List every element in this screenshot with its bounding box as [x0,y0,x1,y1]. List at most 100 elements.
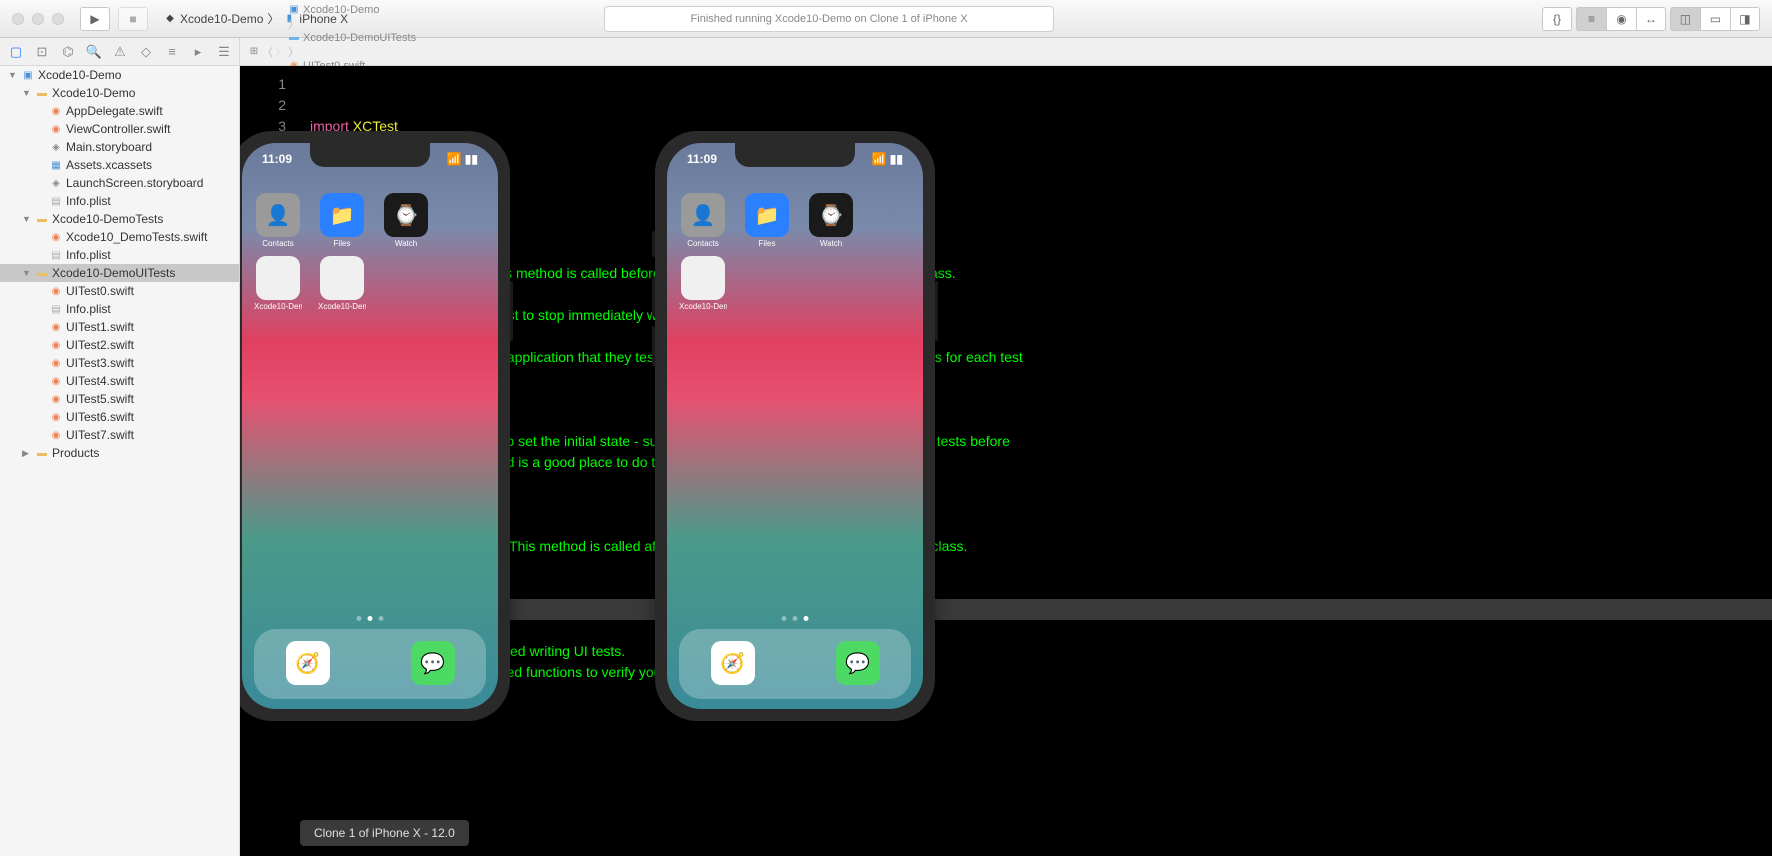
sim-side-button[interactable] [510,281,513,341]
breakpoint-navigator-icon[interactable]: ▸ [186,41,210,63]
sim-app[interactable]: 📁Files [318,193,366,248]
tree-row[interactable]: ◈Main.storyboard [0,138,239,156]
assistant-editor-button[interactable]: ◉ [1606,7,1636,31]
tree-row[interactable]: ▤Info.plist [0,300,239,318]
minimize-window-button[interactable] [32,13,44,25]
sim-screen[interactable]: 11:09 📶 ▮▮ 👤Contacts📁Files⌚WatchXcode10-… [242,143,498,709]
sim-app[interactable]: Xcode10-Dem... [679,256,727,311]
run-button[interactable]: ▶ [80,7,110,31]
project-navigator-icon[interactable]: ▢ [4,41,28,63]
tree-row[interactable]: ◉UITest3.swift [0,354,239,372]
source-control-navigator-icon[interactable]: ⊡ [30,41,54,63]
swift-icon: ◉ [49,104,63,118]
zoom-window-button[interactable] [52,13,64,25]
tree-row[interactable]: ◉UITest0.swift [0,282,239,300]
project-navigator: ▼▣Xcode10-Demo▼▬Xcode10-Demo◉AppDelegate… [0,66,240,856]
plist-icon: ▤ [49,194,63,208]
page-indicator[interactable] [357,616,384,621]
issue-navigator-icon[interactable]: ⚠ [108,41,132,63]
tree-row[interactable]: ▼▬Xcode10-DemoUITests [0,264,239,282]
breadcrumb-item[interactable]: ▬Xcode10-DemoUITests [288,32,416,44]
tree-label: UITest7.swift [66,428,134,442]
tree-row[interactable]: ◉AppDelegate.swift [0,102,239,120]
tree-row[interactable]: ◈LaunchScreen.storyboard [0,174,239,192]
tree-label: Info.plist [66,194,111,208]
storyboard-icon: ◈ [49,140,63,154]
dock-app[interactable]: 💬 [836,641,880,685]
sim-app[interactable]: Xcode10-Demo [318,256,366,311]
plist-icon: ▤ [49,302,63,316]
sim-mute-button[interactable] [652,231,655,257]
tree-row[interactable]: ◉UITest7.swift [0,426,239,444]
folder-icon: ▬ [35,266,49,280]
tree-label: UITest1.swift [66,320,134,334]
sim-volume-down-button[interactable] [652,326,655,366]
tree-row[interactable]: ◉UITest5.swift [0,390,239,408]
sim-app[interactable]: ⌚Watch [382,193,430,248]
source-editor[interactable]: 1234567891011121314151617181920212223242… [240,66,1772,856]
tree-row[interactable]: ▼▬Xcode10-Demo [0,84,239,102]
tree-label: UITest3.swift [66,356,134,370]
plist-icon: ▤ [49,248,63,262]
tree-label: LaunchScreen.storyboard [66,176,203,190]
sim-time: 11:09 [687,152,717,166]
simulator-1[interactable]: 11:09 📶 ▮▮ 👤Contacts📁Files⌚WatchXcode10-… [240,131,510,721]
sim-app[interactable]: 👤Contacts [679,193,727,248]
tree-row[interactable]: ▼▣Xcode10-Demo [0,66,239,84]
tree-row[interactable]: ▤Info.plist [0,192,239,210]
tree-row[interactable]: ▤Info.plist [0,246,239,264]
tree-row[interactable]: ◉UITest2.swift [0,336,239,354]
debug-toggle[interactable]: ▭ [1700,7,1730,31]
tree-label: UITest4.swift [66,374,134,388]
sim-volume-up-button[interactable] [652,276,655,316]
status-text: Finished running Xcode10-Demo on Clone 1… [691,13,968,25]
activity-status[interactable]: Finished running Xcode10-Demo on Clone 1… [604,6,1054,32]
sim-side-button[interactable] [935,281,938,341]
simulator-2[interactable]: 11:09 📶 ▮▮ 👤Contacts 📁Files ⌚Watch Xcode10-… [655,131,935,721]
tree-label: UITest5.swift [66,392,134,406]
jump-bar[interactable]: ⊞ 〈 〉 ▣Xcode10-Demo〉▬Xcode10-DemoUITests… [240,38,1772,66]
scheme-app: Xcode10-Demo [180,12,263,26]
version-editor-button[interactable]: ↔ [1636,7,1666,31]
dock-app[interactable]: 🧭 [286,641,330,685]
chevron-right-icon: 〉 [267,10,279,27]
breadcrumb-item[interactable]: ▣Xcode10-Demo [288,4,416,16]
sim-app[interactable]: 📁Files [743,193,791,248]
swift-icon: ◉ [49,320,63,334]
tree-row[interactable]: ▼▬Xcode10-DemoTests [0,210,239,228]
test-navigator-icon[interactable]: ◇ [134,41,158,63]
find-navigator-icon[interactable]: 🔍 [82,41,106,63]
sim-screen[interactable]: 11:09 📶 ▮▮ 👤Contacts 📁Files ⌚Watch Xcode10-… [667,143,923,709]
standard-editor-button[interactable]: ≡ [1576,7,1606,31]
code-area[interactable]: import XCTest class UITest0: XCTestCase … [310,74,1772,725]
sim-status-icons: 📶 ▮▮ [447,152,478,166]
tree-row[interactable]: ◉UITest4.swift [0,372,239,390]
sim-app[interactable]: 👤Contacts [254,193,302,248]
symbol-navigator-icon[interactable]: ⌬ [56,41,80,63]
dock-app[interactable]: 💬 [411,641,455,685]
tree-row[interactable]: ◉ViewController.swift [0,120,239,138]
page-indicator[interactable] [782,616,809,621]
tree-row[interactable]: ▶▬Products [0,444,239,462]
stop-button[interactable]: ■ [118,7,148,31]
forward-button[interactable]: 〉 [275,44,286,60]
report-navigator-icon[interactable]: ☰ [212,41,236,63]
inspector-toggle[interactable]: ◨ [1730,7,1760,31]
related-items-icon[interactable]: ⊞ [248,46,260,58]
sim-app[interactable]: Xcode10-Dem... [254,256,302,311]
sim-app[interactable]: ⌚Watch [807,193,855,248]
sim-status-icons: 📶 ▮▮ [872,152,903,166]
sim-home-apps: 👤Contacts 📁Files ⌚Watch Xcode10-Dem... [667,193,923,311]
panel-toggles: ◫ ▭ ◨ [1670,7,1760,31]
tree-row[interactable]: ◉UITest6.swift [0,408,239,426]
back-button[interactable]: 〈 [262,44,273,60]
navigator-toggle[interactable]: ◫ [1670,7,1700,31]
code-snippets-button[interactable]: {} [1542,7,1572,31]
tree-row[interactable]: ◉Xcode10_DemoTests.swift [0,228,239,246]
swift-icon: ◉ [49,230,63,244]
dock-app[interactable]: 🧭 [711,641,755,685]
tree-row[interactable]: ▦Assets.xcassets [0,156,239,174]
debug-navigator-icon[interactable]: ≡ [160,41,184,63]
tree-row[interactable]: ◉UITest1.swift [0,318,239,336]
close-window-button[interactable] [12,13,24,25]
